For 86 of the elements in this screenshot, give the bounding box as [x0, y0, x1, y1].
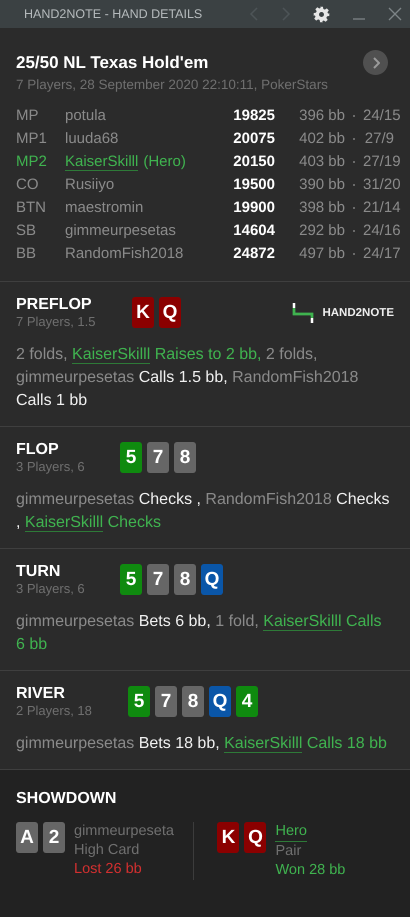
- bb-cell-text: 402 bb: [298, 130, 345, 147]
- player-link[interactable]: KaiserSkilll: [72, 346, 150, 364]
- bb-cell-text: 497 bb: [298, 245, 345, 262]
- player-link[interactable]: KaiserSkilll: [24, 514, 104, 532]
- stats-cell: 31/20: [363, 176, 401, 193]
- hand-rank: Pair: [275, 842, 302, 861]
- playing-card: 8: [174, 442, 196, 473]
- playing-card: K: [217, 822, 240, 853]
- player-name: maestromin: [65, 199, 144, 216]
- position-cell-text: BB: [16, 245, 38, 262]
- stats-cell: 24/15: [363, 107, 401, 124]
- street-info: 3 Players, 6: [16, 581, 86, 596]
- street-info: 2 Players, 18: [16, 703, 93, 718]
- action-summary: gimmeurpesetas Bets 6 bb, 1 fold, KaiserSkilll Calls 6 bb: [16, 612, 383, 655]
- chevron-right-icon: [372, 56, 380, 68]
- playing-card: Q: [201, 564, 223, 595]
- bb-cell-text: 403 bb: [298, 153, 345, 170]
- player-name: RandomFish2018: [65, 245, 184, 262]
- result-text: Lost 26 bb: [74, 860, 142, 879]
- street-title: RIVER: [16, 685, 66, 703]
- playing-card: 7: [147, 564, 169, 595]
- showdown-title: SHOWDOWN: [16, 790, 118, 808]
- logo-text: HAND2NOTE: [322, 306, 394, 318]
- stack-cell-text: 19900: [232, 199, 275, 216]
- playing-card: Q: [159, 297, 181, 328]
- stats-cell: 21/14: [363, 199, 401, 216]
- logo-icon: [292, 302, 314, 324]
- stats-cell-text: 27/9: [364, 130, 394, 147]
- stack-cell-text: 20150: [232, 153, 275, 170]
- stats-cell: 24/17: [363, 245, 401, 262]
- player-name: luuda68: [65, 130, 118, 147]
- hand-rank: High Card: [74, 841, 140, 860]
- stack-cell-text: 24872: [232, 245, 275, 262]
- close-icon[interactable]: [388, 7, 402, 21]
- action-summary: 2 folds, KaiserSkilll Raises to 2 bb, 2 folds, gimmeurpesetas Calls 1.5 bb, RandomFish2018 Calls 1 bb: [16, 345, 360, 411]
- player-name: gimmeurpesetas: [65, 222, 176, 239]
- stack-cell-text: 20075: [232, 130, 275, 147]
- bb-cell-text: 390 bb: [298, 176, 345, 193]
- next-hand-button[interactable]: [363, 50, 388, 75]
- playing-card: Q: [244, 822, 266, 853]
- playing-card: 5: [120, 442, 142, 473]
- playing-card: 8: [174, 564, 196, 595]
- stack-cell-text: 19825: [232, 107, 275, 124]
- playing-card: 8: [182, 686, 204, 717]
- player-name: Rusiiyo: [65, 176, 114, 193]
- result-text: Won 28 bb: [275, 861, 346, 880]
- position-cell-text: BTN: [16, 199, 47, 216]
- stats-cell: 24/16: [363, 222, 401, 239]
- playing-card: 4: [236, 686, 258, 717]
- playing-card: 5: [120, 564, 142, 595]
- playing-card: Q: [209, 686, 231, 717]
- street-title: PREFLOP: [16, 296, 93, 314]
- action-summary: gimmeurpesetas Bets 18 bb, KaiserSkilll Calls 18 bb: [16, 734, 388, 755]
- position-cell-text: MP2: [16, 153, 48, 170]
- stack-cell-text: 19500: [232, 176, 275, 193]
- position-cell-text: SB: [16, 222, 38, 239]
- street-title: TURN: [16, 563, 62, 581]
- window-title: HAND2NOTE - HAND DETAILS: [24, 7, 204, 21]
- street-info: 7 Players, 1.5: [16, 314, 96, 329]
- action-summary: gimmeurpesetas Checks , RandomFish2018 Checks , KaiserSkilll Checks: [16, 490, 391, 534]
- player-link[interactable]: KaiserSkilll: [263, 613, 342, 631]
- stack-cell-text: 14604: [232, 222, 275, 239]
- player-name: gimmeurpeseta: [74, 822, 174, 841]
- playing-card: A: [16, 822, 38, 853]
- hero-tag: (Hero): [143, 153, 186, 170]
- position-cell-text: MP: [16, 107, 40, 124]
- bb-cell-text: 398 bb: [298, 199, 345, 216]
- position-cell-text: CO: [16, 176, 40, 193]
- playing-card: K: [132, 297, 154, 328]
- street-info: 3 Players, 6: [16, 459, 86, 474]
- playing-card: 7: [147, 442, 169, 473]
- player-name: potula: [65, 107, 106, 124]
- playing-card: 2: [43, 822, 65, 853]
- stats-cell: 27/19: [363, 153, 401, 170]
- hand-title: 25/50 NL Texas Hold'em: [16, 52, 208, 72]
- settings-icon[interactable]: [313, 6, 330, 22]
- playing-card: 7: [155, 686, 177, 717]
- player-link[interactable]: Hero: [275, 822, 307, 842]
- hand-subtitle: 7 Players, 28 September 2020 22:10:11, PokerStars: [16, 77, 329, 92]
- bb-cell-text: 396 bb: [298, 107, 345, 124]
- player-link[interactable]: KaiserSkilll: [224, 735, 302, 753]
- street-title: FLOP: [16, 441, 60, 459]
- player-link[interactable]: KaiserSkilll: [65, 153, 138, 171]
- playing-card: 5: [128, 686, 150, 717]
- position-cell-text: MP1: [16, 130, 48, 147]
- bb-cell-text: 292 bb: [298, 222, 345, 239]
